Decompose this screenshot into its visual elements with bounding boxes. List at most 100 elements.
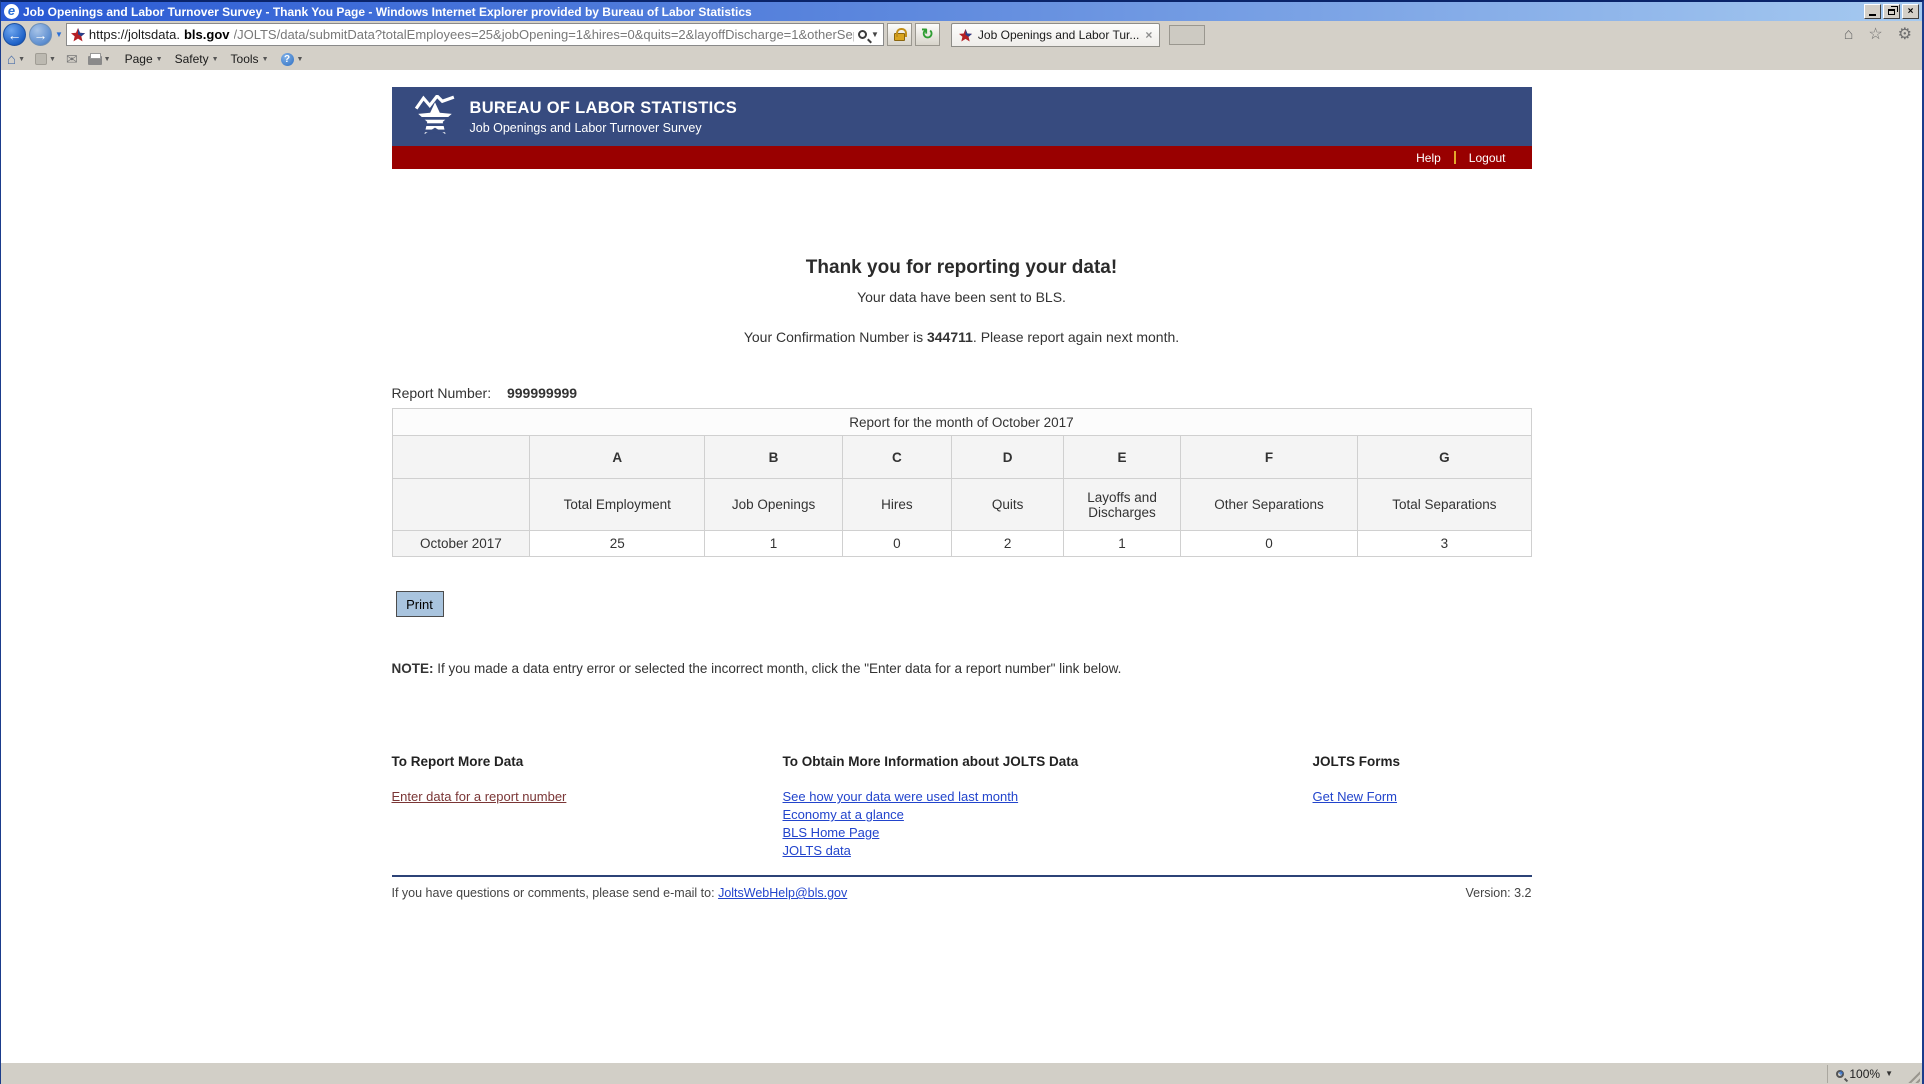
col-letter: E — [1064, 436, 1180, 479]
confirmation-suffix: . Please report again next month. — [973, 329, 1179, 345]
print-button[interactable]: Print — [396, 591, 444, 617]
url-path: /JOLTS/data/submitData?totalEmployees=25… — [234, 27, 855, 42]
bls-home-link[interactable]: BLS Home Page — [783, 825, 1313, 840]
address-dropdown-icon[interactable]: ▼ — [871, 30, 879, 39]
get-new-form-link[interactable]: Get New Form — [1313, 789, 1532, 804]
col-header: Total Separations — [1358, 479, 1531, 531]
window-title: Job Openings and Labor Turnover Survey -… — [23, 5, 1864, 19]
contact-text: If you have questions or comments, pleas… — [392, 886, 848, 900]
footer-link-columns: To Report More Data Enter data for a rep… — [392, 754, 1532, 861]
chevron-down-icon: ▼ — [262, 56, 269, 63]
data-sent-text: Your data have been sent to BLS. — [392, 289, 1532, 305]
email-link[interactable]: JoltsWebHelp@bls.gov — [718, 886, 847, 900]
contact-prefix: If you have questions or comments, pleas… — [392, 886, 719, 900]
agency-title: BUREAU OF LABOR STATISTICS — [470, 99, 738, 118]
confirmation-text: Your Confirmation Number is 344711. Plea… — [392, 329, 1532, 345]
tools-menu[interactable]: Tools▼ — [227, 50, 273, 68]
title-bar: e Job Openings and Labor Turnover Survey… — [1, 2, 1922, 21]
report-number-label: Report Number: — [392, 385, 492, 401]
confirmation-number: 344711 — [927, 329, 973, 345]
nav-separator — [1454, 151, 1456, 164]
settings-gear-icon[interactable]: ⚙ — [1898, 27, 1912, 43]
enter-data-link[interactable]: Enter data for a report number — [392, 789, 783, 804]
security-lock-button[interactable] — [887, 23, 912, 46]
col-header: Layoffs and Discharges — [1064, 479, 1180, 531]
tab-title: Job Openings and Labor Tur... — [978, 28, 1139, 42]
print-toolbar-button[interactable]: ▼ — [88, 53, 111, 65]
table-letter-row: A B C D E F G — [392, 436, 1531, 479]
read-mail-button[interactable]: ✉ — [66, 52, 78, 66]
bls-header-banner: BUREAU OF LABOR STATISTICS Job Openings … — [392, 87, 1532, 146]
data-used-link[interactable]: See how your data were used last month — [783, 789, 1313, 804]
search-icon[interactable] — [858, 30, 867, 39]
home-icon[interactable]: ⌂ — [1844, 27, 1854, 43]
version-text: Version: 3.2 — [1465, 886, 1531, 900]
navigation-bar: ← → ▼ https://joltsdata.bls.gov/JOLTS/da… — [1, 21, 1922, 48]
col-letter: G — [1358, 436, 1531, 479]
refresh-icon: ↻ — [921, 27, 934, 42]
ie-logo-icon: e — [4, 4, 19, 19]
col-header: Job Openings — [705, 479, 843, 531]
feeds-icon — [35, 53, 47, 65]
chevron-down-icon: ▼ — [297, 56, 304, 63]
row-label: October 2017 — [392, 531, 530, 557]
col-letter: C — [842, 436, 951, 479]
minimize-button[interactable] — [1864, 4, 1881, 19]
favorites-star-icon[interactable]: ☆ — [1868, 27, 1882, 43]
page-menu[interactable]: Page▼ — [121, 50, 167, 68]
forward-button[interactable]: → — [29, 23, 52, 46]
help-menu[interactable]: ?▼ — [277, 51, 308, 68]
print-icon — [88, 56, 102, 65]
note-label: NOTE: — [392, 661, 434, 676]
close-tab-icon[interactable]: × — [1145, 28, 1152, 42]
economy-glance-link[interactable]: Economy at a glance — [783, 807, 1313, 822]
chevron-down-icon: ▼ — [49, 56, 56, 63]
col-header: Other Separations — [1180, 479, 1358, 531]
mail-icon: ✉ — [66, 52, 78, 66]
logout-link[interactable]: Logout — [1469, 151, 1506, 165]
close-button[interactable]: × — [1902, 4, 1919, 19]
cell-quits: 2 — [951, 531, 1064, 557]
feeds-button[interactable]: ▼ — [35, 53, 56, 65]
minimize-icon — [1869, 14, 1876, 16]
back-button[interactable]: ← — [3, 23, 26, 46]
commandbar-home-button[interactable]: ⌂▼ — [7, 52, 25, 67]
cell-job-openings: 1 — [705, 531, 843, 557]
address-bar[interactable]: https://joltsdata.bls.gov/JOLTS/data/sub… — [66, 23, 884, 46]
lock-icon — [894, 33, 905, 41]
refresh-button[interactable]: ↻ — [915, 23, 940, 46]
report-table: Report for the month of October 2017 A B… — [392, 408, 1532, 557]
cell-total-employment: 25 — [530, 531, 705, 557]
footer-col-more-info: To Obtain More Information about JOLTS D… — [783, 754, 1313, 861]
safety-menu[interactable]: Safety▼ — [171, 50, 223, 68]
cell-layoffs-discharges: 1 — [1064, 531, 1180, 557]
footer-col-forms: JOLTS Forms Get New Form — [1313, 754, 1532, 861]
zoom-icon — [1836, 1070, 1844, 1078]
col-header: Hires — [842, 479, 951, 531]
help-icon: ? — [281, 53, 294, 66]
browser-tab[interactable]: Job Openings and Labor Tur... × — [951, 23, 1160, 47]
col-letter: F — [1180, 436, 1358, 479]
command-bar: ⌂▼ ▼ ✉ ▼ Page▼ Safety▼ Tools▼ ?▼ — [1, 48, 1922, 70]
site-favicon-icon — [71, 28, 85, 42]
footer-bottom-bar: If you have questions or comments, pleas… — [392, 886, 1532, 900]
footer-heading: JOLTS Forms — [1313, 754, 1532, 769]
cell-hires: 0 — [842, 531, 951, 557]
page-content: BUREAU OF LABOR STATISTICS Job Openings … — [392, 87, 1532, 900]
zoom-control[interactable]: 100% ▼ — [1827, 1065, 1901, 1083]
jolts-data-link[interactable]: JOLTS data — [783, 843, 1313, 858]
resize-grip[interactable] — [1905, 1068, 1920, 1083]
new-tab-button[interactable] — [1169, 25, 1205, 45]
table-data-row: October 2017 25 1 0 2 1 0 3 — [392, 531, 1531, 557]
restore-button[interactable] — [1883, 4, 1900, 19]
chevron-down-icon: ▼ — [18, 56, 25, 63]
chevron-down-icon: ▼ — [212, 56, 219, 63]
utility-nav-bar: Help Logout — [392, 146, 1532, 169]
history-dropdown-icon[interactable]: ▼ — [55, 30, 63, 39]
url-domain: bls.gov — [184, 27, 230, 42]
chevron-down-icon: ▼ — [104, 56, 111, 63]
commandbar-home-icon: ⌂ — [7, 52, 16, 67]
col-header: Quits — [951, 479, 1064, 531]
cell-total-separations: 3 — [1358, 531, 1531, 557]
help-link[interactable]: Help — [1416, 151, 1441, 165]
